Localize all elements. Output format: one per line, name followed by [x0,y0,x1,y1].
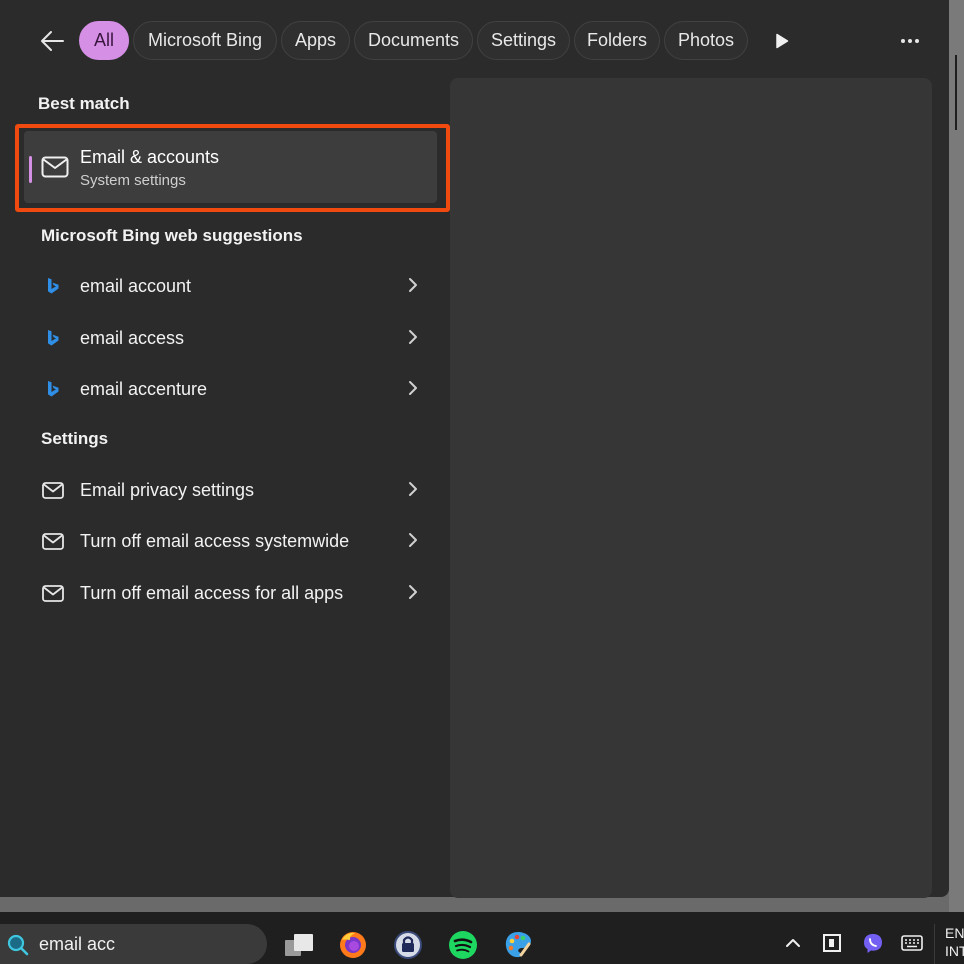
search-panel: All Microsoft Bing Apps Documents Settin… [0,0,949,898]
filter-folders[interactable]: Folders [574,21,660,60]
suggestion-label: email access [80,328,185,348]
suggestion-label: email account [80,276,192,296]
chevron-right-icon [408,380,418,401]
spotify-button[interactable] [446,928,480,962]
paint-icon [505,932,531,958]
keyboard-icon [901,935,923,951]
setting-label: Turn off email access for all apps [80,583,344,603]
bing-icon [42,378,64,400]
search-input[interactable]: email acc [39,934,115,955]
background-window-edge [949,0,964,912]
filter-settings[interactable]: Settings [477,21,570,60]
bing-suggestion-item[interactable]: email accenture [32,367,432,411]
keepass-button[interactable] [391,928,425,962]
language-code: EN [945,925,964,941]
firefox-icon [340,932,366,958]
chevron-right-icon [408,584,418,605]
best-match-heading: Best match [38,94,130,113]
filter-all[interactable]: All [79,21,129,60]
bing-suggestions-heading: Microsoft Bing web suggestions [41,226,303,245]
window-edge-line [955,55,957,130]
chevron-right-icon [408,329,418,350]
keyboard-layout-code: INT [945,943,964,959]
taskbar: email acc EN INT [0,912,964,964]
chevron-up-icon [786,939,800,947]
parsec-tray-button[interactable] [819,930,845,956]
search-icon [6,934,30,961]
chevron-right-icon [408,277,418,298]
mail-icon [42,479,64,501]
parsec-icon [823,934,841,952]
viber-icon [864,934,882,953]
setting-label: Email privacy settings [80,480,255,500]
filter-microsoft-bing[interactable]: Microsoft Bing [133,21,277,60]
bing-icon [42,327,64,349]
bing-suggestion-item[interactable]: email account [32,264,432,308]
more-options-button[interactable] [893,26,927,56]
spotify-icon [449,931,477,959]
mail-icon [42,530,64,552]
taskbar-search-box[interactable]: email acc [0,924,267,964]
more-horizontal-icon [901,39,919,43]
show-hidden-icons-button[interactable] [780,930,806,956]
arrow-left-icon [41,31,64,51]
highlight-box [15,124,450,212]
preview-pane [450,78,932,898]
bing-suggestion-item[interactable]: email access [32,316,432,360]
viber-tray-button[interactable] [860,930,886,956]
settings-result-item[interactable]: Turn off email access for all apps [32,571,432,615]
back-button[interactable] [34,24,70,58]
keepass-icon [394,931,422,959]
play-icon [776,33,789,49]
touch-keyboard-button[interactable] [899,930,925,956]
chevron-right-icon [408,481,418,502]
suggestion-label: email accenture [80,379,208,399]
chevron-right-icon [408,532,418,553]
input-language-indicator[interactable]: EN INT [934,924,964,964]
filter-documents[interactable]: Documents [354,21,473,60]
task-view-icon [285,934,313,956]
filter-apps[interactable]: Apps [281,21,350,60]
mail-icon [42,582,64,604]
filter-photos[interactable]: Photos [664,21,748,60]
settings-result-item[interactable]: Turn off email access systemwide [32,519,432,563]
task-view-button[interactable] [282,928,316,962]
settings-heading: Settings [41,429,109,448]
setting-label: Turn off email access systemwide [80,531,350,551]
more-filters-button[interactable] [768,26,796,56]
paint-button[interactable] [501,928,535,962]
bing-icon [42,275,64,297]
settings-result-item[interactable]: Email privacy settings [32,468,432,512]
firefox-button[interactable] [336,928,370,962]
